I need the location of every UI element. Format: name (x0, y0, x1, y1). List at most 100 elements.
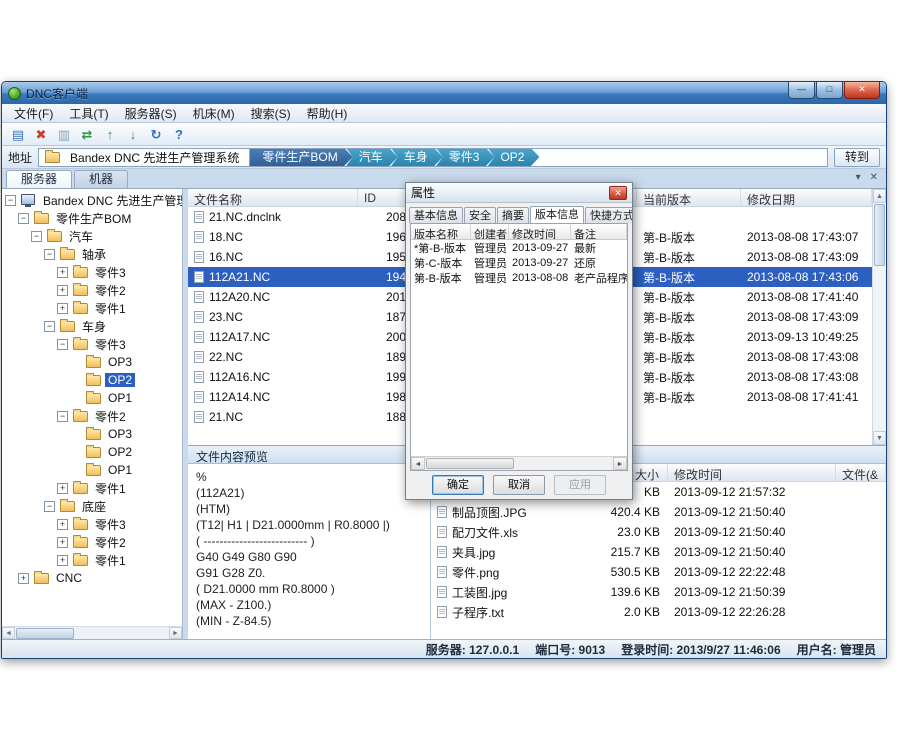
scroll-right-icon[interactable]: ► (613, 457, 627, 470)
tree-item[interactable]: + 零件3 (2, 263, 182, 281)
tree-item[interactable]: OP1 (2, 461, 182, 479)
dialog-close-icon[interactable]: ✕ (609, 186, 627, 200)
tree-expander-icon[interactable]: − (57, 411, 68, 422)
attachment-row[interactable]: 子程序.txt 2.0 KB 2013-09-12 22:26:28 (431, 602, 886, 622)
tab-close-icon[interactable]: ✕ (870, 172, 878, 183)
tree-item[interactable]: − Bandex DNC 先进生产管理系统 (2, 191, 182, 209)
ok-button[interactable]: 确定 (432, 475, 484, 495)
scroll-thumb[interactable] (426, 458, 514, 469)
attachment-row[interactable]: 零件.png 530.5 KB 2013-09-12 22:22:48 (431, 562, 886, 582)
menu-item[interactable]: 搜索(S) (243, 103, 299, 124)
scroll-up-icon[interactable]: ▲ (873, 189, 886, 203)
menu-item[interactable]: 机床(M) (185, 103, 243, 124)
tree-item[interactable]: + 零件2 (2, 533, 182, 551)
version-row[interactable]: *第-B-版本 管理员 2013-09-27 14: 最新 (411, 240, 627, 255)
breadcrumb-segment[interactable]: 汽车 (346, 148, 398, 167)
view-tab[interactable]: 服务器 (6, 170, 72, 188)
apply-button[interactable]: 应用 (554, 475, 606, 495)
dialog-horizontal-scrollbar[interactable]: ◄ ► (411, 456, 627, 470)
dialog-tab[interactable]: 快捷方式 (585, 207, 632, 223)
download-icon[interactable]: ↓ (123, 125, 143, 144)
scroll-right-icon[interactable]: ► (169, 627, 182, 639)
tree-expander-icon[interactable]: − (44, 501, 55, 512)
breadcrumb-segment[interactable]: 车身 (391, 148, 443, 167)
version-row[interactable]: 第-C-版本 管理员 2013-09-27 14: 还原 (411, 255, 627, 270)
dialog-tab[interactable]: 安全 (464, 207, 496, 223)
version-column-name[interactable]: 版本名称 (411, 224, 471, 239)
tree-item[interactable]: OP1 (2, 389, 182, 407)
attachment-column-file[interactable]: 文件(& (836, 464, 886, 481)
tree-expander-icon[interactable]: − (18, 213, 29, 224)
dialog-tab[interactable]: 摘要 (497, 207, 529, 223)
transfer-icon[interactable]: ⇄ (77, 125, 97, 144)
menu-item[interactable]: 帮助(H) (299, 103, 356, 124)
tree-item[interactable]: OP2 (2, 371, 182, 389)
scroll-left-icon[interactable]: ◄ (2, 627, 15, 639)
dialog-tab[interactable]: 版本信息 (530, 206, 584, 223)
column-header-date[interactable]: 修改日期 (741, 189, 872, 206)
attachment-row[interactable]: 夹具.jpg 215.7 KB 2013-09-12 21:50:40 (431, 542, 886, 562)
tree-item[interactable]: − 汽车 (2, 227, 182, 245)
tree-expander-icon[interactable]: + (57, 483, 68, 494)
tree-expander-icon[interactable]: − (5, 195, 16, 206)
tree-item[interactable]: − 车身 (2, 317, 182, 335)
tree-item[interactable]: OP3 (2, 353, 182, 371)
attachment-row[interactable]: 制品顶图.JPG 420.4 KB 2013-09-12 21:50:40 (431, 502, 886, 522)
tree-item[interactable]: − 零件3 (2, 335, 182, 353)
tree-item[interactable]: + 零件1 (2, 479, 182, 497)
tree-expander-icon[interactable]: + (57, 303, 68, 314)
tree-item[interactable]: + 零件3 (2, 515, 182, 533)
scroll-down-icon[interactable]: ▼ (873, 431, 886, 445)
scroll-thumb[interactable] (16, 628, 74, 639)
refresh-icon[interactable]: ↻ (146, 125, 166, 144)
minimize-button[interactable]: — (788, 82, 815, 99)
address-field[interactable]: Bandex DNC 先进生产管理系统 零件生产BOM汽车车身零件3OP2 (38, 148, 828, 167)
menu-item[interactable]: 服务器(S) (117, 103, 185, 124)
menu-item[interactable]: 文件(F) (6, 103, 61, 124)
tree-item[interactable]: OP3 (2, 425, 182, 443)
title-bar[interactable]: DNC客户端 —□✕ (2, 82, 886, 104)
attachment-row[interactable]: 配刀文件.xls 23.0 KB 2013-09-12 21:50:40 (431, 522, 886, 542)
view-tab[interactable]: 机器 (74, 170, 128, 188)
version-column-note[interactable]: 备注 (571, 224, 627, 239)
tree-expander-icon[interactable]: + (57, 555, 68, 566)
tree-expander-icon[interactable]: − (57, 339, 68, 350)
breadcrumb-root[interactable]: Bandex DNC 先进生产管理系统 (70, 149, 239, 166)
version-column-creator[interactable]: 创建者 (471, 224, 509, 239)
tree-expander-icon[interactable]: − (31, 231, 42, 242)
tree-horizontal-scrollbar[interactable]: ◄ ► (2, 626, 182, 639)
breadcrumb-segment[interactable]: 零件生产BOM (249, 148, 352, 167)
tree-item[interactable]: + 零件1 (2, 299, 182, 317)
column-header-name[interactable]: 文件名称 (188, 189, 358, 206)
dialog-tab[interactable]: 基本信息 (409, 207, 463, 223)
edit-document-icon[interactable]: ▤ (8, 125, 28, 144)
tree-item[interactable]: − 轴承 (2, 245, 182, 263)
close-button[interactable]: ✕ (844, 82, 880, 99)
tree-expander-icon[interactable]: + (57, 267, 68, 278)
attachment-row[interactable]: 工装图.jpg 139.6 KB 2013-09-12 21:50:39 (431, 582, 886, 602)
tree-expander-icon[interactable]: + (57, 285, 68, 296)
tree-item[interactable]: + 零件2 (2, 281, 182, 299)
column-header-version[interactable]: 当前版本 (637, 189, 741, 206)
go-button[interactable]: 转到 (834, 148, 880, 167)
tree-item[interactable]: − 底座 (2, 497, 182, 515)
tree-item[interactable]: − 零件生产BOM (2, 209, 182, 227)
attachment-column-time[interactable]: 修改时间 (668, 464, 836, 481)
tree-expander-icon[interactable]: − (44, 249, 55, 260)
tree-expander-icon[interactable]: − (44, 321, 55, 332)
help-icon[interactable]: ? (169, 125, 189, 144)
tree-expander-icon[interactable]: + (57, 537, 68, 548)
cancel-button[interactable]: 取消 (493, 475, 545, 495)
scroll-thumb[interactable] (874, 204, 885, 266)
delete-icon[interactable]: ✖ (31, 125, 51, 144)
tree-item[interactable]: + CNC (2, 569, 182, 587)
tree-expander-icon[interactable]: + (57, 519, 68, 530)
dialog-title-bar[interactable]: 属性 ✕ (406, 183, 632, 203)
version-row[interactable]: 第-B-版本 管理员 2013-08-08 17: 老产品程序 (411, 270, 627, 285)
tab-list-dropdown-icon[interactable]: ▾ (856, 172, 861, 183)
tree-item[interactable]: + 零件1 (2, 551, 182, 569)
version-column-time[interactable]: 修改时间 (509, 224, 571, 239)
tree-expander-icon[interactable]: + (18, 573, 29, 584)
copy-document-icon[interactable]: ▥ (54, 125, 74, 144)
file-list-vertical-scrollbar[interactable]: ▲ ▼ (872, 189, 886, 445)
